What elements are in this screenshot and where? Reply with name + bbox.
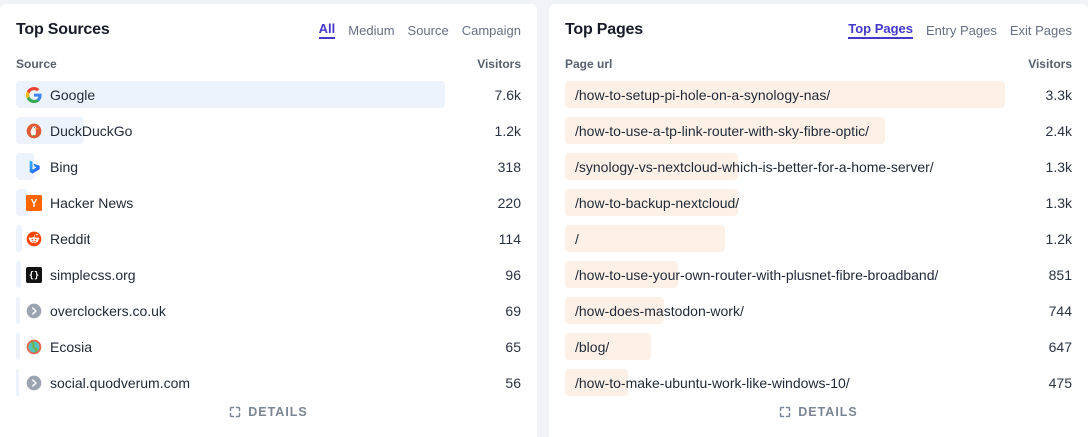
- page-url: /blog/: [575, 339, 609, 355]
- simplecss-icon: {}: [26, 267, 42, 283]
- source-row[interactable]: Ecosia 65: [16, 333, 521, 360]
- panel-title: Top Sources: [16, 21, 110, 39]
- visitors-value: 647: [1041, 339, 1072, 355]
- visitors-value: 1.3k: [1038, 195, 1072, 211]
- page-row[interactable]: /how-to-setup-pi-hole-on-a-synology-nas/…: [565, 81, 1072, 108]
- tab-top-pages[interactable]: Top Pages: [848, 21, 913, 39]
- visitors-value: 744: [1041, 303, 1072, 319]
- visitors-value: 1.2k: [487, 123, 521, 139]
- tab-entry-pages[interactable]: Entry Pages: [926, 23, 997, 38]
- duckduckgo-icon: [26, 123, 42, 139]
- visitors-value: 475: [1041, 375, 1072, 391]
- visitors-value: 2.4k: [1038, 123, 1072, 139]
- source-name: Ecosia: [50, 339, 92, 355]
- page-row[interactable]: /how-to-backup-nextcloud/ 1.3k: [565, 189, 1072, 216]
- visitors-value: 851: [1041, 267, 1072, 283]
- column-header-visitors: Visitors: [477, 57, 521, 71]
- source-row[interactable]: {} simplecss.org 96: [16, 261, 521, 288]
- ecosia-icon: [26, 339, 42, 355]
- details-label: DETAILS: [248, 405, 308, 419]
- tab-source[interactable]: Source: [408, 23, 449, 38]
- page-row[interactable]: / 1.2k: [565, 225, 1072, 252]
- top-pages-header: Top Pages Top Pages Entry Pages Exit Pag…: [565, 18, 1072, 42]
- details-label: DETAILS: [798, 405, 858, 419]
- source-row[interactable]: Bing 318: [16, 153, 521, 180]
- visitors-value: 7.6k: [487, 87, 521, 103]
- source-row[interactable]: Reddit 114: [16, 225, 521, 252]
- generic-site-icon: [26, 303, 42, 319]
- details-button[interactable]: DETAILS: [565, 405, 1072, 419]
- page-url: /how-to-backup-nextcloud/: [575, 195, 739, 211]
- column-header-source: Source: [16, 57, 57, 71]
- column-header-visitors: Visitors: [1028, 57, 1072, 71]
- column-header-page-url: Page url: [565, 57, 612, 71]
- page-row[interactable]: /how-to-use-your-own-router-with-plusnet…: [565, 261, 1072, 288]
- top-sources-panel: Top Sources All Medium Source Campaign S…: [0, 4, 537, 437]
- page-row[interactable]: /how-to-use-a-tp-link-router-with-sky-fi…: [565, 117, 1072, 144]
- visitors-value: 318: [490, 159, 521, 175]
- tab-campaign[interactable]: Campaign: [462, 23, 521, 38]
- page-row[interactable]: /synology-vs-nextcloud-which-is-better-f…: [565, 153, 1072, 180]
- source-name: Hacker News: [50, 195, 133, 211]
- hacker-news-icon: [26, 195, 42, 211]
- source-name: Bing: [50, 159, 78, 175]
- source-name: overclockers.co.uk: [50, 303, 166, 319]
- source-name: social.quodverum.com: [50, 375, 190, 391]
- page-url: /how-does-mastodon-work/: [575, 303, 744, 319]
- generic-site-icon: [26, 375, 42, 391]
- svg-text:{}: {}: [29, 271, 39, 281]
- page-list: /how-to-setup-pi-hole-on-a-synology-nas/…: [565, 81, 1072, 396]
- page-row[interactable]: /how-does-mastodon-work/ 744: [565, 297, 1072, 324]
- visitors-value: 65: [497, 339, 521, 355]
- visitors-value: 1.3k: [1038, 159, 1072, 175]
- tab-all[interactable]: All: [319, 21, 336, 39]
- source-row[interactable]: Google 7.6k: [16, 81, 521, 108]
- page-row[interactable]: /how-to-make-ubuntu-work-like-windows-10…: [565, 369, 1072, 396]
- source-name: Google: [50, 87, 95, 103]
- page-url: /synology-vs-nextcloud-which-is-better-f…: [575, 159, 934, 175]
- source-filter-tabs: All Medium Source Campaign: [319, 21, 521, 39]
- tab-exit-pages[interactable]: Exit Pages: [1010, 23, 1072, 38]
- top-pages-panel: Top Pages Top Pages Entry Pages Exit Pag…: [549, 4, 1088, 437]
- panel-title: Top Pages: [565, 21, 643, 39]
- tab-medium[interactable]: Medium: [348, 23, 394, 38]
- page-url: /: [575, 231, 579, 247]
- page-url: /how-to-make-ubuntu-work-like-windows-10…: [575, 375, 850, 391]
- page-row[interactable]: /blog/ 647: [565, 333, 1072, 360]
- source-row[interactable]: DuckDuckGo 1.2k: [16, 117, 521, 144]
- page-url: /how-to-use-a-tp-link-router-with-sky-fi…: [575, 123, 869, 139]
- dashboard-row: Top Sources All Medium Source Campaign S…: [0, 0, 1088, 437]
- details-button[interactable]: DETAILS: [16, 405, 521, 419]
- column-headers: Source Visitors: [16, 57, 521, 71]
- source-name: simplecss.org: [50, 267, 136, 283]
- visitors-value: 69: [497, 303, 521, 319]
- page-url: /how-to-use-your-own-router-with-plusnet…: [575, 267, 938, 283]
- visitors-value: 1.2k: [1038, 231, 1072, 247]
- column-headers: Page url Visitors: [565, 57, 1072, 71]
- reddit-icon: [26, 231, 42, 247]
- page-filter-tabs: Top Pages Entry Pages Exit Pages: [848, 21, 1072, 39]
- source-row[interactable]: Hacker News 220: [16, 189, 521, 216]
- top-sources-header: Top Sources All Medium Source Campaign: [16, 18, 521, 42]
- source-list: Google 7.6k DuckDuckGo 1.2k: [16, 81, 521, 396]
- source-row[interactable]: social.quodverum.com 56: [16, 369, 521, 396]
- source-row[interactable]: overclockers.co.uk 69: [16, 297, 521, 324]
- page-url: /how-to-setup-pi-hole-on-a-synology-nas/: [575, 87, 830, 103]
- expand-icon: [779, 406, 791, 418]
- google-icon: [26, 87, 42, 103]
- visitors-value: 56: [497, 375, 521, 391]
- source-name: DuckDuckGo: [50, 123, 132, 139]
- visitors-value: 114: [491, 231, 521, 247]
- visitors-value: 3.3k: [1038, 87, 1072, 103]
- source-name: Reddit: [50, 231, 90, 247]
- expand-icon: [229, 406, 241, 418]
- visitors-value: 96: [497, 267, 521, 283]
- bing-icon: [26, 159, 42, 175]
- visitors-value: 220: [490, 195, 521, 211]
